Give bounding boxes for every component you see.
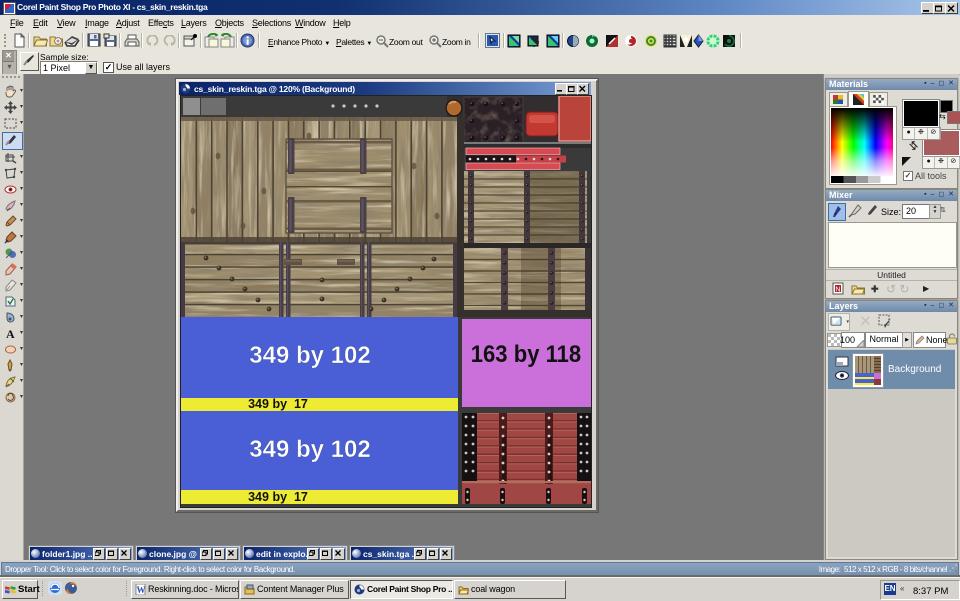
svg-text:163 by 118: 163 by 118 [471, 340, 582, 367]
svg-text:W: W [137, 585, 146, 595]
svg-text:349 by 102: 349 by 102 [249, 436, 370, 463]
svg-text:N: N [835, 287, 840, 294]
svg-text:349 by 102: 349 by 102 [249, 342, 370, 369]
svg-text:349 by 17: 349 by 17 [248, 397, 308, 411]
svg-text:349 by 17: 349 by 17 [248, 490, 308, 504]
svg-text:A: A [6, 327, 15, 340]
